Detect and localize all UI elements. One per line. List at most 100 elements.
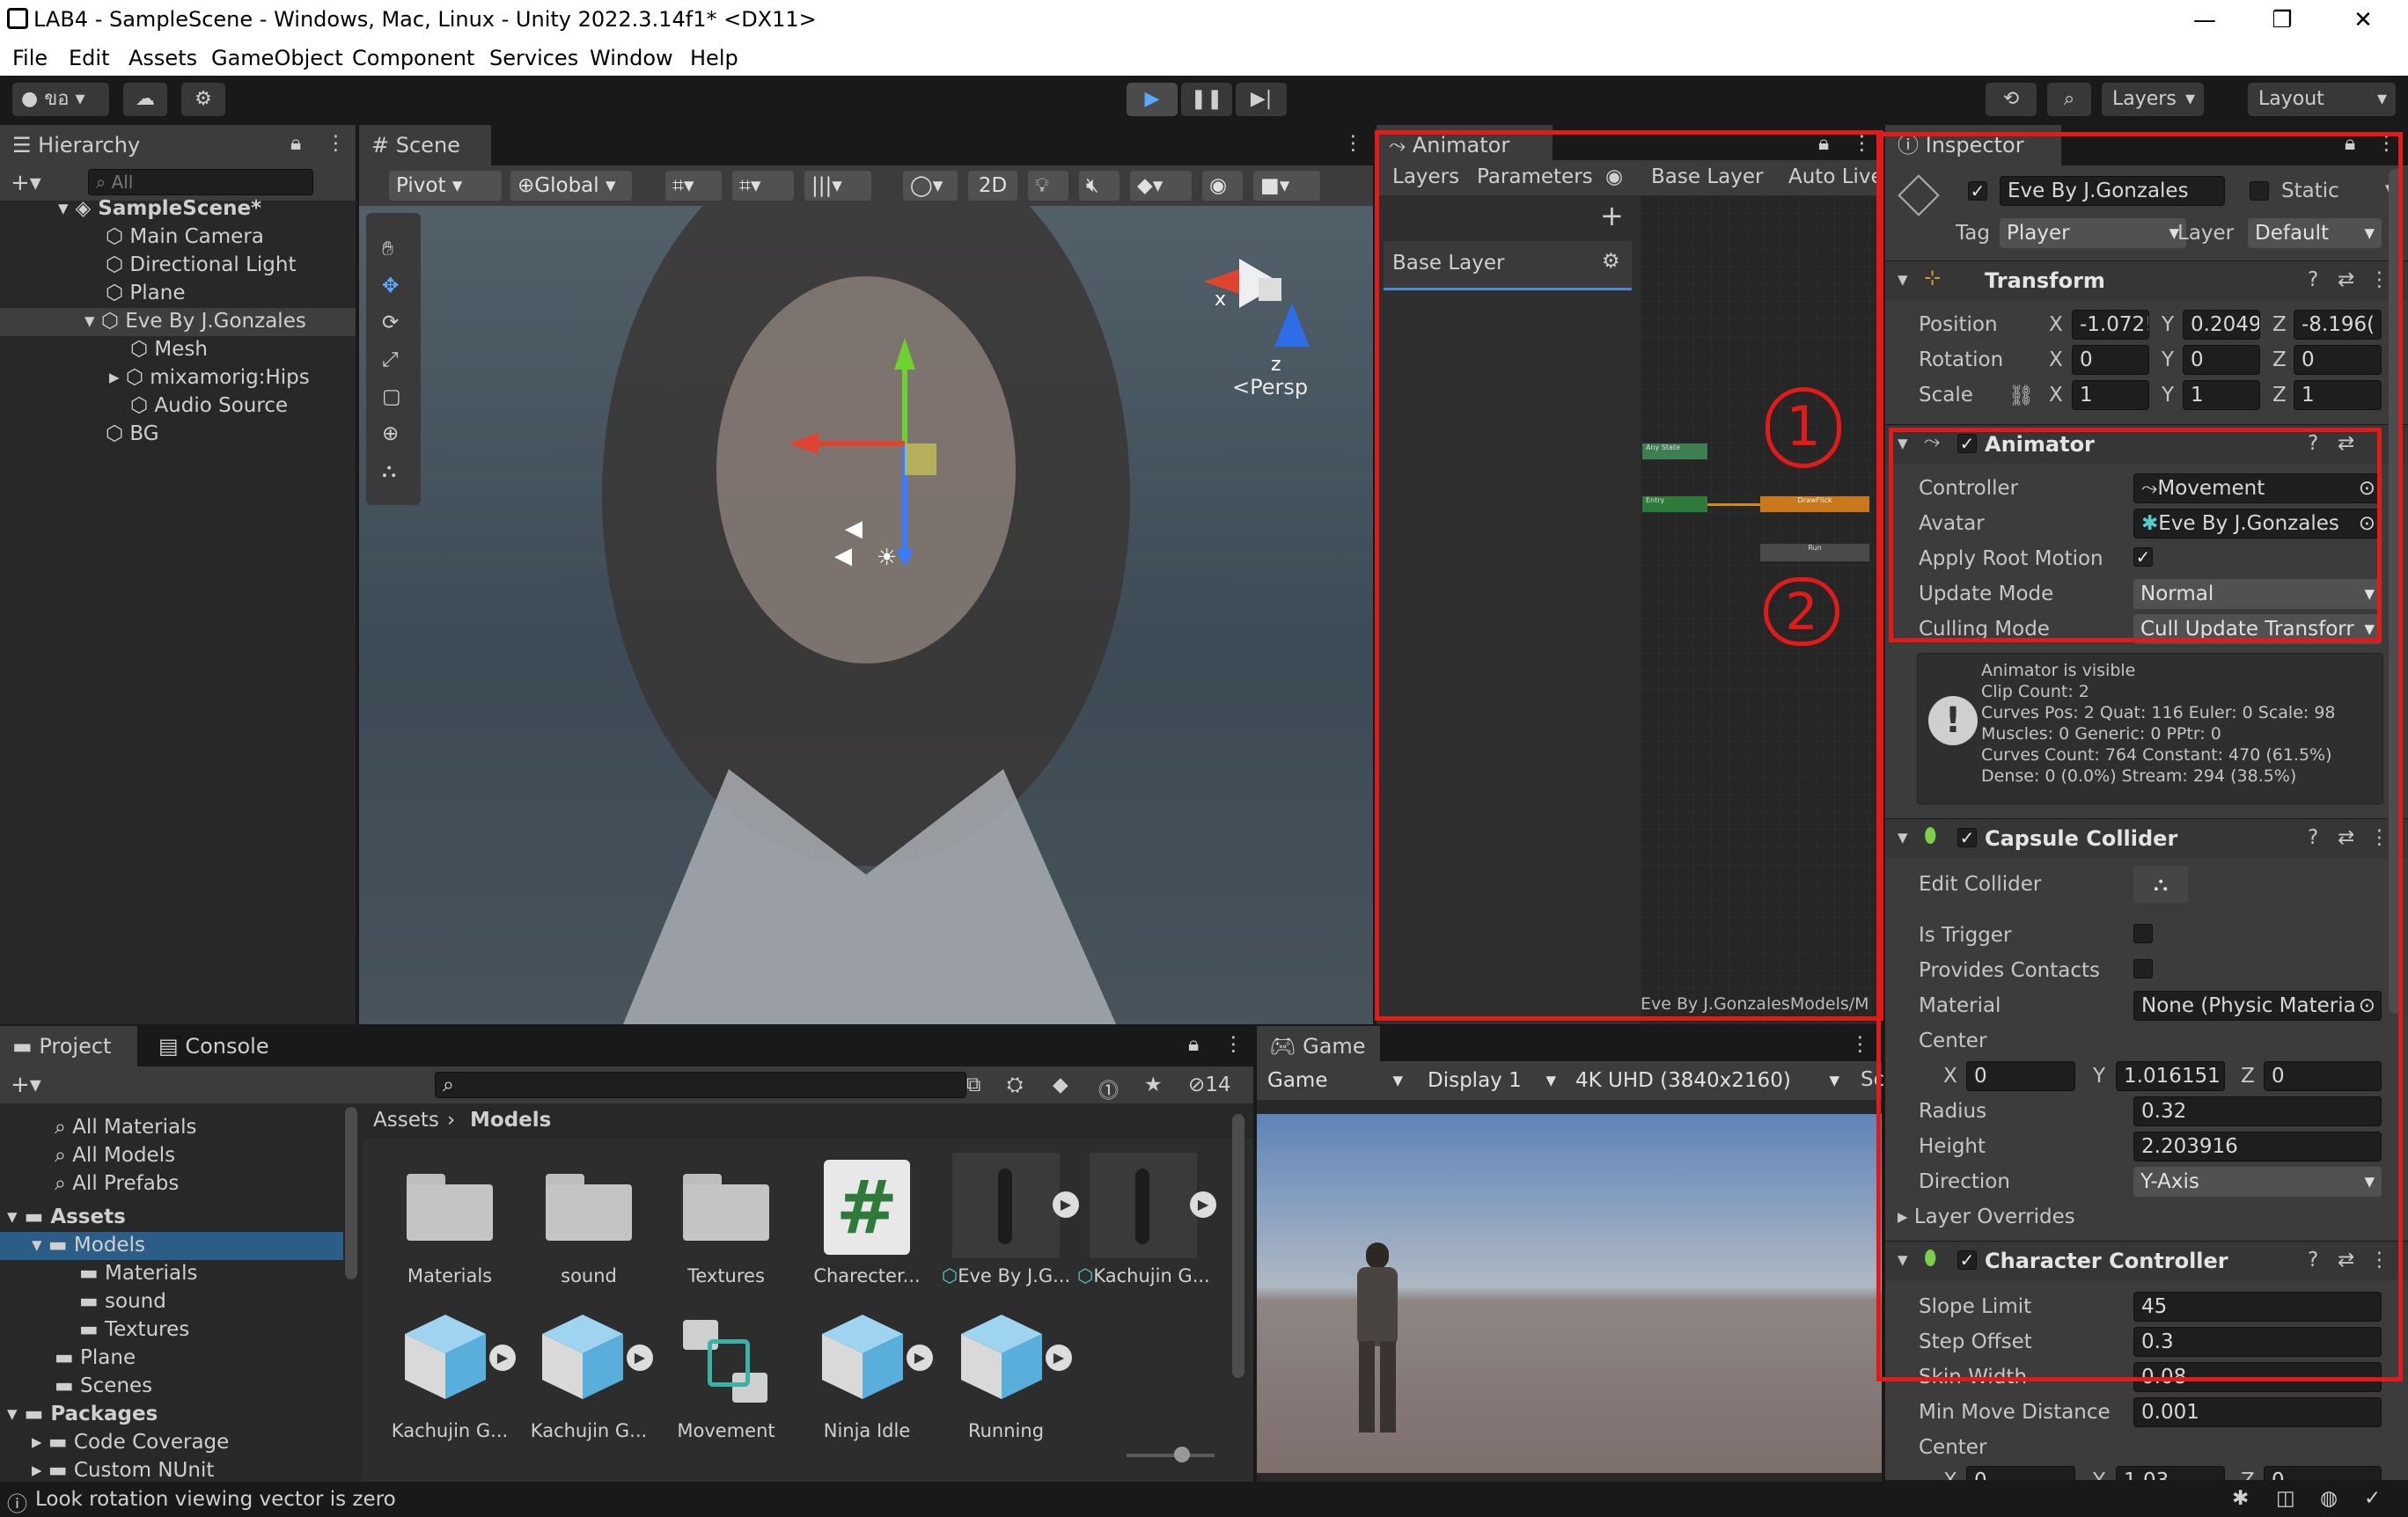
camera-icon[interactable]: ■▾ [1253, 171, 1320, 201]
tree-scenes[interactable]: ▬ Scenes [55, 1374, 152, 1397]
play-icon[interactable]: ▶ [907, 1345, 933, 1371]
menu-gameobject[interactable]: GameObject [211, 46, 343, 70]
menu-help[interactable]: Help [690, 46, 738, 70]
script-icon[interactable]: # [824, 1160, 910, 1255]
global-dropdown[interactable]: ⊕Global ▾ [510, 171, 632, 201]
folder-icon[interactable] [407, 1174, 493, 1241]
menu-file[interactable]: File [12, 46, 48, 70]
hierarchy-scene-root[interactable]: ▾ ◈ SampleScene* [58, 197, 261, 220]
animation-clip-icon[interactable]: ▶ [958, 1311, 1072, 1403]
cc-center-x-field[interactable]: 0 [1966, 1466, 2075, 1480]
play-icon[interactable]: ▶ [1190, 1191, 1216, 1218]
tree-materials[interactable]: ▬ Materials [79, 1262, 197, 1285]
menu-edit[interactable]: Edit [69, 46, 109, 70]
hierarchy-search-input[interactable]: ⌕ All [88, 169, 313, 195]
tree-models[interactable]: ▾ ▬ Models [32, 1234, 145, 1257]
tab-scene[interactable]: # Scene [359, 125, 491, 165]
perspective-label[interactable]: <Persp [1232, 375, 1308, 399]
favorite-all-prefabs[interactable]: ⌕ All Prefabs [55, 1172, 179, 1195]
favorite-all-models[interactable]: ⌕ All Models [55, 1144, 175, 1167]
menu-window[interactable]: Window [590, 46, 673, 70]
animator-controller-icon[interactable] [683, 1320, 769, 1406]
increment-snap-icon[interactable]: ⌗▾ [732, 171, 794, 201]
layers-status-icon[interactable]: ◫ [2276, 1487, 2295, 1510]
custom-tool-icon[interactable]: ⛬ [382, 459, 396, 482]
hand-tool-icon[interactable]: ✋︎ [382, 238, 393, 260]
play-icon[interactable]: ▶ [489, 1345, 516, 1371]
transform-tool-icon[interactable]: ⊕ [382, 422, 399, 445]
type-filter-icon[interactable]: ⛭ [1007, 1074, 1023, 1096]
cloud-icon[interactable]: ☁ [123, 83, 167, 116]
check-icon[interactable]: ✓ [2364, 1487, 2381, 1510]
folder-icon[interactable] [683, 1174, 769, 1241]
hierarchy-item-bg[interactable]: ⬡ BG [106, 422, 159, 445]
min-move-distance-field[interactable]: 0.001 [2133, 1397, 2382, 1427]
tree-sound[interactable]: ▬ sound [79, 1290, 166, 1313]
model-thumbnail[interactable]: ▶ [952, 1153, 1079, 1258]
tree-assets[interactable]: ▾ ▬ Assets [7, 1206, 126, 1228]
label-filter-icon[interactable]: ◆ [1053, 1074, 1068, 1096]
asset-grid-scrollbar[interactable] [1232, 1114, 1244, 1378]
zoom-slider[interactable] [1127, 1454, 1215, 1457]
more-icon[interactable]: ⋮ [1343, 132, 1363, 155]
favorite-all-materials[interactable]: ⌕ All Materials [55, 1116, 196, 1139]
create-icon[interactable]: +▾ [11, 1072, 41, 1098]
grid-snap-icon[interactable]: ⌗▾ [665, 171, 722, 201]
search-icon[interactable]: ⌕ [2047, 83, 2091, 116]
cc-center-z-field[interactable]: 0 [2264, 1466, 2382, 1480]
tree-custom-nunit[interactable]: ▸ ▬ Custom NUnit [32, 1459, 214, 1480]
animation-clip-icon[interactable]: ▶ [539, 1311, 653, 1403]
lighting-icon[interactable]: 💡︎ [1028, 171, 1068, 201]
tree-scrollbar[interactable] [345, 1107, 357, 1279]
tree-textures[interactable]: ▬ Textures [79, 1318, 189, 1341]
minimize-button[interactable]: — [2165, 2, 2244, 39]
rotate-tool-icon[interactable]: ⟳ [382, 311, 399, 334]
more-icon[interactable]: ⋮ [326, 132, 346, 155]
more-icon[interactable]: ⋮ [1850, 1033, 1870, 1056]
tab-console[interactable]: ▤ Console [146, 1026, 287, 1066]
breadcrumb-models[interactable]: Models [470, 1109, 551, 1132]
lock-icon[interactable]: 🔒︎ [1188, 1033, 1199, 1056]
debug-icon[interactable]: ✱ [2232, 1487, 2249, 1510]
hierarchy-item-mesh[interactable]: ⬡ Mesh [130, 338, 208, 361]
visibility-icon[interactable]: ◉ [1202, 171, 1243, 201]
layers-dropdown[interactable]: Layers ▾ [2102, 83, 2204, 116]
globe-icon[interactable]: ◍ [2320, 1487, 2338, 1510]
display-dropdown[interactable]: Display 1 ▾ [1421, 1066, 1563, 1096]
more-icon[interactable]: ⋮ [1223, 1033, 1244, 1056]
game-mode-dropdown[interactable]: Game ▾ [1260, 1066, 1410, 1096]
play-icon[interactable]: ▶ [1046, 1345, 1072, 1371]
effects-icon[interactable]: ◆▾ [1130, 171, 1192, 201]
menu-assets[interactable]: Assets [128, 46, 197, 70]
project-search-input[interactable]: ⌕ [435, 1072, 966, 1098]
cc-center-y-field[interactable]: 1.03 [2116, 1466, 2225, 1480]
scale-tool-icon[interactable]: ⤢ [382, 348, 398, 371]
play-button[interactable]: ▶ [1127, 83, 1178, 116]
rect-tool-icon[interactable]: ▢ [382, 385, 401, 408]
hierarchy-item-audio-source[interactable]: ⬡ Audio Source [130, 394, 288, 417]
2d-toggle[interactable]: 2D [968, 171, 1017, 201]
maximize-button[interactable]: ❐ [2243, 2, 2322, 39]
tree-code-coverage[interactable]: ▸ ▬ Code Coverage [32, 1431, 229, 1454]
menu-component[interactable]: Component [352, 46, 474, 70]
warning-filter-icon[interactable]: ⓵ [1098, 1074, 1119, 1103]
resolution-dropdown[interactable]: 4K UHD (3840x2160) ▾ [1568, 1066, 1846, 1096]
tree-plane[interactable]: ▬ Plane [55, 1346, 136, 1369]
play-icon[interactable]: ▶ [1053, 1191, 1079, 1218]
add-icon[interactable]: +▾ [11, 170, 41, 196]
audio-icon[interactable]: 🔇︎ [1079, 171, 1120, 201]
status-message[interactable]: Look rotation viewing vector is zero [35, 1488, 396, 1511]
hierarchy-item-main-camera[interactable]: ⬡ Main Camera [106, 225, 264, 248]
search-options-icon[interactable]: ⧉ [966, 1074, 980, 1096]
hierarchy-item-plane[interactable]: ⬡ Plane [106, 282, 186, 304]
hierarchy-item-directional-light[interactable]: ⬡ Directional Light [106, 253, 297, 276]
step-button[interactable]: ▶| [1236, 83, 1287, 116]
menu-services[interactable]: Services [489, 46, 578, 70]
move-tool-icon[interactable]: ✥ [382, 275, 399, 297]
animation-clip-icon[interactable]: ▶ [819, 1311, 933, 1403]
history-icon[interactable]: ⟲ [1986, 83, 2037, 116]
game-viewport[interactable] [1257, 1114, 1882, 1473]
align-icon[interactable]: |||▾ [804, 171, 871, 201]
pause-button[interactable]: ❚❚ [1181, 83, 1232, 116]
model-thumbnail[interactable]: ▶ [1090, 1153, 1216, 1258]
